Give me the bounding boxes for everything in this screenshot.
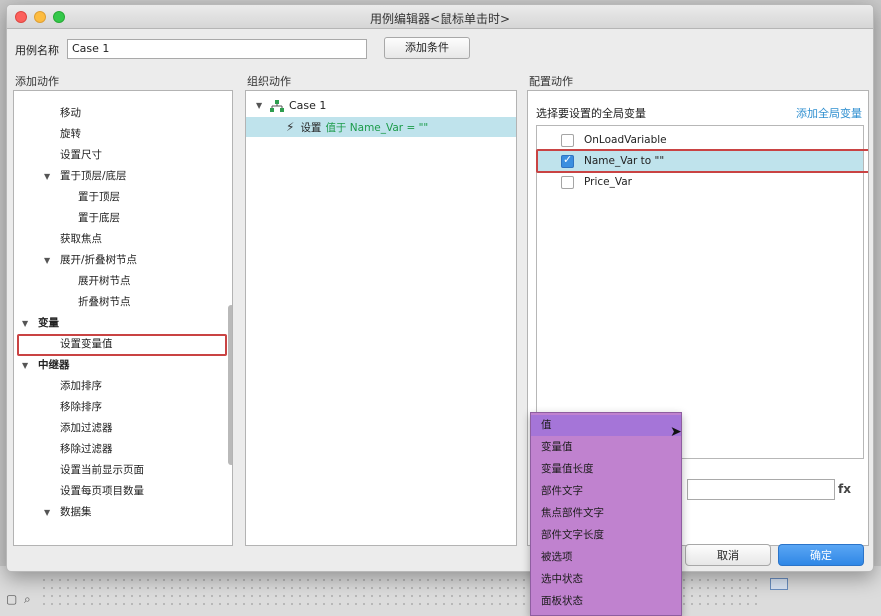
expand-arrow-icon[interactable]: ▼	[22, 356, 34, 376]
highlight-name-var	[536, 149, 868, 173]
case-node[interactable]: ▼ Case 1	[256, 99, 326, 112]
expand-arrow-icon[interactable]: ▼	[44, 167, 56, 187]
dropdown-option[interactable]: 变量值	[531, 437, 681, 458]
add-condition-button[interactable]: 添加条件	[384, 37, 470, 59]
highlight-set-variable	[17, 334, 227, 356]
action-prefix: 设置	[300, 121, 322, 134]
action-tree-label: 移除排序	[60, 401, 102, 413]
action-tree-label: 变量	[38, 317, 59, 329]
action-tree-item[interactable]: 添加过滤器	[60, 418, 113, 438]
variable-name: Price_Var	[584, 176, 632, 188]
variable-checkbox[interactable]	[561, 133, 574, 147]
action-tree-item[interactable]: 获取焦点	[60, 229, 102, 249]
zoom-search-icon[interactable]: ⌕	[24, 592, 31, 607]
action-tree-label: 置于顶层/底层	[60, 170, 127, 182]
case-name-row: 用例名称	[15, 39, 65, 61]
action-tree-label: 折叠树节点	[78, 296, 131, 308]
action-tree-label: 展开/折叠树节点	[60, 254, 138, 266]
add-action-heading: 添加动作	[15, 75, 59, 88]
dropdown-option[interactable]: 部件文字长度	[531, 525, 681, 546]
variable-row[interactable]: OnLoadVariable	[537, 130, 863, 150]
value-input[interactable]	[687, 479, 835, 500]
action-tree-label: 展开树节点	[78, 275, 131, 287]
action-tree-item[interactable]: 设置每页项目数量	[60, 481, 144, 501]
dropdown-option[interactable]: 变量值长度	[531, 459, 681, 480]
action-tree-label: 设置尺寸	[60, 149, 102, 161]
action-tree-label: 旋转	[60, 128, 81, 140]
dropdown-option[interactable]: 面板状态	[531, 591, 681, 612]
action-tree-item[interactable]: 置于底层	[78, 208, 120, 228]
case-node-label: Case 1	[289, 99, 327, 112]
action-tree-label: 设置每页项目数量	[60, 485, 144, 497]
action-tree-label: 添加过滤器	[60, 422, 113, 434]
action-tree-scrollbar[interactable]	[228, 305, 232, 465]
variable-row[interactable]: Price_Var	[537, 172, 863, 192]
action-tree-label: 添加排序	[60, 380, 102, 392]
organize-panel: ▼ Case 1 ⚡ 设置 值于 Name_Var = ""	[245, 90, 517, 546]
select-global-variable-prompt: 选择要设置的全局变量	[536, 107, 646, 120]
expand-arrow-icon[interactable]: ▼	[44, 251, 56, 271]
action-tree-label: 置于顶层	[78, 191, 120, 203]
action-tree-item[interactable]: 置于顶层	[78, 187, 120, 207]
action-tree-item[interactable]: ▼ 变量	[22, 313, 59, 333]
action-tree-item[interactable]: 展开树节点	[78, 271, 131, 291]
toolbar-panel-icon[interactable]	[770, 578, 788, 590]
dropdown-option[interactable]: 值	[531, 415, 681, 436]
organize-action-heading: 组织动作	[247, 75, 291, 88]
expand-arrow-icon[interactable]: ▼	[44, 503, 56, 523]
action-tree-item[interactable]: 移除排序	[60, 397, 102, 417]
case-name-input[interactable]: Case 1	[67, 39, 367, 59]
action-tree-panel: 移动旋转设置尺寸 ▼ 置于顶层/底层置于顶层置于底层获取焦点 ▼ 展开/折叠树节点展开树…	[13, 90, 233, 546]
action-tree-item[interactable]: 设置当前显示页面	[60, 460, 144, 480]
action-tree-label: 设置当前显示页面	[60, 464, 144, 476]
dropdown-option[interactable]: 选中状态	[531, 569, 681, 590]
window-title: 用例编辑器<鼠标单击时>	[369, 12, 511, 26]
value-type-dropdown: 值变量值 变量值长度 部件文字 焦点部件文字 部件文字长度 被选项 选中状态 面板状态	[530, 412, 682, 616]
action-tree-label: 中继器	[38, 359, 70, 371]
fx-button[interactable]: fx	[838, 482, 851, 496]
action-tree-item[interactable]: ▼ 中继器	[22, 355, 70, 375]
lightning-icon: ⚡	[286, 120, 295, 134]
configure-action-heading: 配置动作	[529, 75, 573, 88]
cancel-button[interactable]: 取消	[685, 544, 771, 566]
variable-checkbox[interactable]	[561, 175, 574, 189]
action-tree-item[interactable]: ▼ 置于顶层/底层	[44, 166, 127, 186]
action-tree-item[interactable]: 设置尺寸	[60, 145, 102, 165]
sitemap-icon	[270, 99, 284, 112]
dropdown-option[interactable]: 被选项	[531, 547, 681, 568]
action-tree-item[interactable]: 移除过滤器	[60, 439, 113, 459]
global-variable-list: OnLoadVariable Name_Var to "" Price_Var	[536, 125, 868, 459]
expand-arrow-icon[interactable]: ▼	[22, 314, 34, 334]
add-global-variable-link[interactable]: 添加全局变量	[796, 105, 862, 121]
action-tree-label: 移除过滤器	[60, 443, 113, 455]
case-name-label: 用例名称	[15, 44, 59, 57]
ok-button[interactable]: 确定	[778, 544, 864, 566]
action-tree-item[interactable]: ▼ 数据集	[44, 502, 92, 522]
action-tree-label: 置于底层	[78, 212, 120, 224]
action-tree-label: 数据集	[60, 506, 92, 518]
background-canvas	[0, 566, 881, 616]
mouse-pointer-icon: ➤	[670, 424, 682, 440]
dropdown-option[interactable]: 部件文字	[531, 481, 681, 502]
action-tree-item[interactable]: 折叠树节点	[78, 292, 131, 312]
dropdown-option[interactable]: 焦点部件文字	[531, 503, 681, 524]
title-bar: 用例编辑器<鼠标单击时>	[7, 5, 873, 29]
action-tree-label: 获取焦点	[60, 233, 102, 245]
action-tree-item[interactable]: 旋转	[60, 124, 81, 144]
action-tree-label: 移动	[60, 107, 81, 119]
action-item[interactable]: ⚡ 设置 值于 Name_Var = ""	[246, 117, 516, 137]
action-tree-item[interactable]: 添加排序	[60, 376, 102, 396]
expand-arrow-icon[interactable]: ▼	[256, 101, 268, 110]
page-icon: ▢	[6, 592, 18, 606]
action-detail: 值于 Name_Var = ""	[325, 121, 429, 134]
action-tree-item[interactable]: ▼ 展开/折叠树节点	[44, 250, 137, 270]
action-tree-item[interactable]: 移动	[60, 103, 81, 123]
variable-name: OnLoadVariable	[584, 134, 667, 146]
case-editor-dialog: 用例编辑器<鼠标单击时> 用例名称 Case 1 添加条件 添加动作 组织动作 …	[6, 4, 874, 572]
